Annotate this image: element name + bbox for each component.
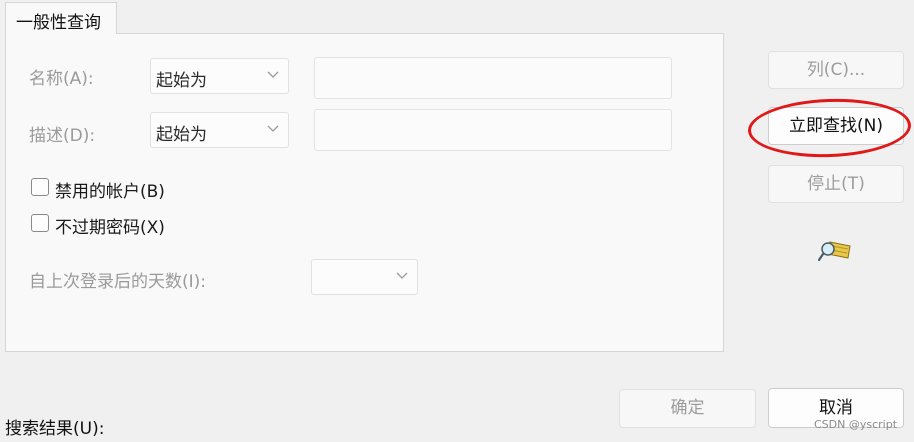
description-input[interactable]: [314, 109, 672, 151]
chevron-down-icon: [396, 272, 408, 279]
find-now-button[interactable]: 立即查找(N): [768, 107, 904, 145]
days-since-logon-label: 自上次登录后的天数(I):: [29, 272, 207, 292]
tab-general-query[interactable]: 一般性查询: [5, 2, 117, 34]
name-match-select[interactable]: 起始为: [150, 58, 289, 94]
name-input[interactable]: [314, 57, 672, 99]
name-match-value: 起始为: [156, 71, 207, 91]
disabled-accounts-label: 禁用的帐户(B): [55, 182, 165, 202]
days-since-logon-select[interactable]: [311, 259, 418, 295]
non-expiring-password-label: 不过期密码(X): [55, 218, 165, 238]
query-dialog: 一般性查询 名称(A): 起始为 描述(D): 起始为 禁用的帐户(B) 不过期…: [0, 0, 914, 442]
columns-button[interactable]: 列(C)...: [768, 51, 904, 89]
ok-button[interactable]: 确定: [619, 389, 756, 428]
chevron-down-icon: [267, 125, 279, 132]
disabled-accounts-checkbox[interactable]: [31, 178, 49, 196]
non-expiring-password-checkbox[interactable]: [31, 214, 49, 232]
chevron-down-icon: [267, 71, 279, 78]
tab-label: 一般性查询: [16, 13, 101, 33]
query-panel: 名称(A): 起始为 描述(D): 起始为 禁用的帐户(B) 不过期密码(X) …: [5, 33, 724, 352]
name-label: 名称(A):: [29, 69, 94, 89]
watermark: CSDN @yscript: [814, 418, 898, 431]
description-match-value: 起始为: [156, 125, 207, 145]
stop-button[interactable]: 停止(T): [768, 165, 904, 203]
search-flashlight-icon: [818, 241, 851, 262]
description-label: 描述(D):: [29, 126, 96, 146]
description-match-select[interactable]: 起始为: [150, 112, 289, 148]
search-results-label: 搜索结果(U):: [5, 419, 105, 439]
